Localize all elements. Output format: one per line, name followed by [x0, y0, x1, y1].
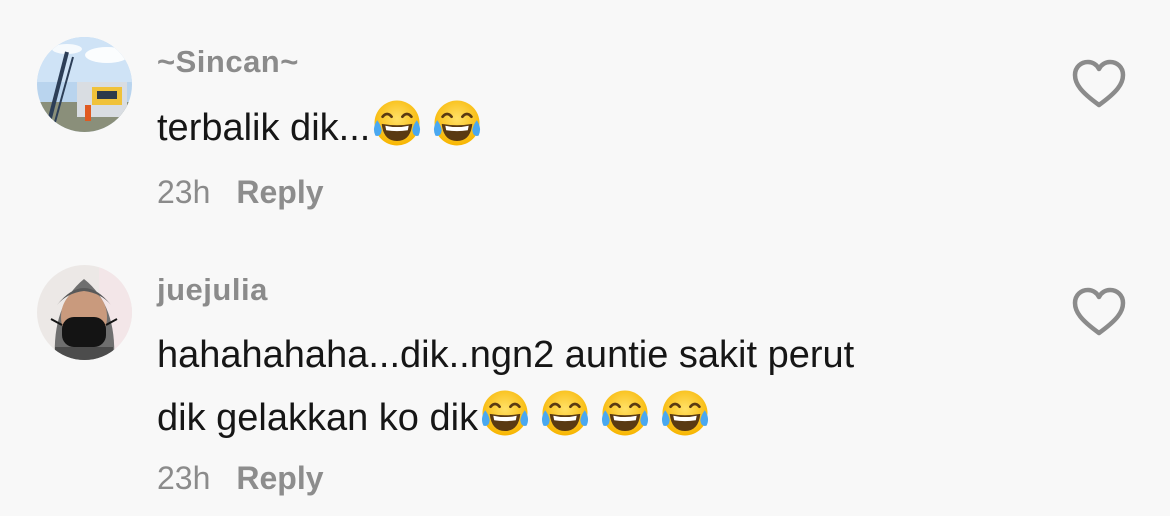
comment-text: terbalik dik...	[157, 96, 490, 159]
tears-of-joy-icon	[658, 386, 712, 440]
comment-timestamp: 23h	[157, 460, 211, 496]
comment-text-body: dik gelakkan ko dik	[157, 397, 479, 439]
comment-text-line: hahahahaha...dik..ngn2 auntie sakit peru…	[157, 334, 855, 376]
heart-outline-icon[interactable]	[1071, 286, 1127, 338]
tears-of-joy-icon	[478, 386, 532, 440]
comment-meta: 23h Reply	[157, 460, 324, 497]
avatar[interactable]	[37, 265, 132, 360]
reply-button[interactable]: Reply	[236, 460, 323, 496]
heart-outline-icon[interactable]	[1071, 58, 1127, 110]
comment-timestamp: 23h	[157, 174, 211, 210]
tears-of-joy-icon	[538, 386, 592, 440]
avatar-image	[37, 265, 132, 360]
comment-username[interactable]: juejulia	[157, 272, 268, 308]
comment-text: hahahahaha...dik..ngn2 auntie sakit peru…	[157, 324, 854, 449]
avatar[interactable]	[37, 37, 132, 132]
comment-username[interactable]: ~Sincan~	[157, 44, 299, 80]
comment-meta: 23h Reply	[157, 174, 324, 211]
tears-of-joy-icon	[430, 96, 484, 150]
comment-text-body: terbalik dik...	[157, 107, 371, 149]
tears-of-joy-icon	[598, 386, 652, 440]
avatar-image	[37, 37, 132, 132]
reply-button[interactable]: Reply	[236, 174, 323, 210]
tears-of-joy-icon	[370, 96, 424, 150]
comment-text-line: dik gelakkan ko dik	[157, 386, 854, 449]
